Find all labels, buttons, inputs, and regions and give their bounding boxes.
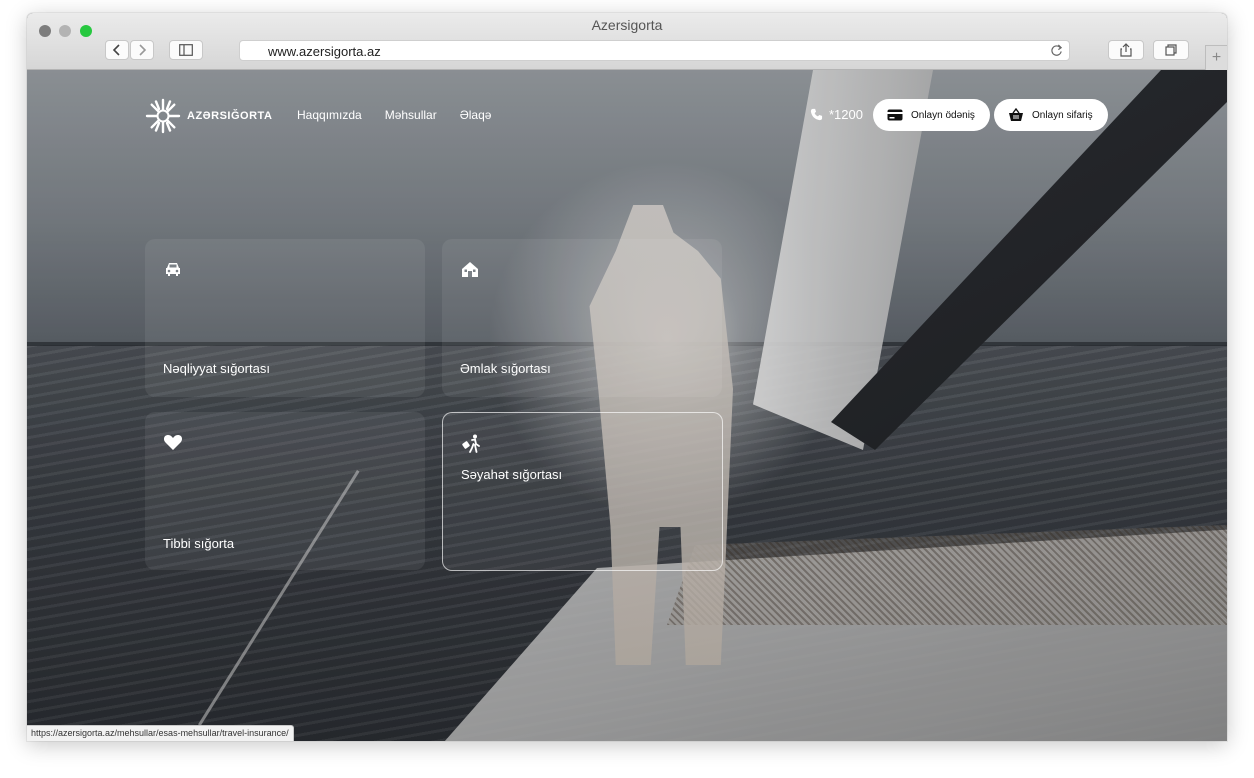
nav-item-contact[interactable]: Əlaqə: [460, 108, 492, 122]
traveler-icon: [461, 433, 481, 453]
reload-icon[interactable]: [1050, 44, 1063, 57]
phone-icon: [810, 108, 823, 121]
online-payment-label: Onlayn ödəniş: [911, 109, 975, 121]
share-icon: [1120, 43, 1132, 57]
house-icon: [460, 259, 480, 279]
chevron-right-icon: [139, 44, 147, 56]
heart-icon: [163, 432, 183, 452]
browser-toolbar: Azersigorta www.azersigorta.az +: [27, 13, 1227, 70]
card-label: Tibbi sığorta: [163, 536, 235, 551]
new-tab-button[interactable]: +: [1205, 45, 1227, 70]
tabs-button[interactable]: [1153, 40, 1189, 60]
chevron-left-icon: [112, 44, 120, 56]
hero-overlay: [27, 70, 1227, 741]
share-button[interactable]: [1108, 40, 1144, 60]
browser-window: Azersigorta www.azersigorta.az + AZƏRSIĞ…: [27, 13, 1227, 741]
online-payment-button[interactable]: Onlayn ödəniş: [873, 99, 990, 131]
sun-logo-icon: [145, 98, 181, 134]
forward-button[interactable]: [130, 40, 154, 60]
hero-section: AZƏRSIĞORTA Haqqımızda Məhsullar Əlaqə *…: [27, 70, 1227, 741]
card-travel-insurance[interactable]: Səyahət sığortası: [442, 412, 723, 571]
card-label: Səyahət sığortası: [461, 467, 563, 482]
url-text: www.azersigorta.az: [268, 44, 381, 59]
phone-link[interactable]: *1200: [810, 107, 863, 122]
main-navigation: Haqqımızda Məhsullar Əlaqə: [297, 108, 491, 122]
nav-item-products[interactable]: Məhsullar: [385, 108, 437, 122]
site-logo[interactable]: AZƏRSIĞORTA: [145, 98, 272, 134]
card-property-insurance[interactable]: Əmlak sığortası: [442, 239, 722, 397]
sidebar-icon: [179, 44, 193, 56]
nav-item-about[interactable]: Haqqımızda: [297, 108, 362, 122]
shopping-basket-icon: [1009, 108, 1023, 121]
phone-number: *1200: [829, 107, 863, 122]
tabs-icon: [1165, 44, 1177, 56]
plus-icon: +: [1211, 49, 1222, 66]
card-label: Nəqliyyat sığortası: [163, 361, 270, 376]
address-bar[interactable]: www.azersigorta.az: [239, 40, 1070, 61]
sidebar-toggle-button[interactable]: [169, 40, 203, 60]
status-bar-url: https://azersigorta.az/mehsullar/esas-me…: [27, 725, 294, 741]
car-icon: [163, 259, 183, 279]
online-order-button[interactable]: Onlayn sifariş: [994, 99, 1108, 131]
online-order-label: Onlayn sifariş: [1032, 109, 1093, 121]
card-vehicle-insurance[interactable]: Nəqliyyat sığortası: [145, 239, 425, 397]
card-medical-insurance[interactable]: Tibbi sığorta: [145, 412, 425, 570]
credit-card-icon: [887, 109, 903, 121]
logo-text: AZƏRSIĞORTA: [187, 110, 273, 122]
back-button[interactable]: [105, 40, 129, 60]
card-label: Əmlak sığortası: [460, 361, 551, 376]
window-title: Azersigorta: [591, 17, 663, 33]
